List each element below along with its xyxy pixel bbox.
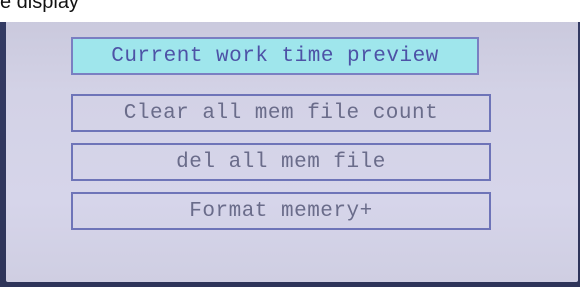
device-bezel: Current work time preview Clear all mem …: [0, 0, 580, 287]
caption-strip: e display: [0, 0, 580, 22]
menu-item-del-all-mem-file[interactable]: del all mem file: [71, 143, 491, 181]
caption-text: e display: [0, 0, 79, 13]
menu-item-clear-all-mem-file-count[interactable]: Clear all mem file count: [71, 94, 491, 132]
menu-item-current-work-time-preview[interactable]: Current work time preview: [71, 37, 479, 75]
lcd-screen: Current work time preview Clear all mem …: [6, 12, 578, 282]
menu-item-format-memery[interactable]: Format memery+: [71, 192, 491, 230]
